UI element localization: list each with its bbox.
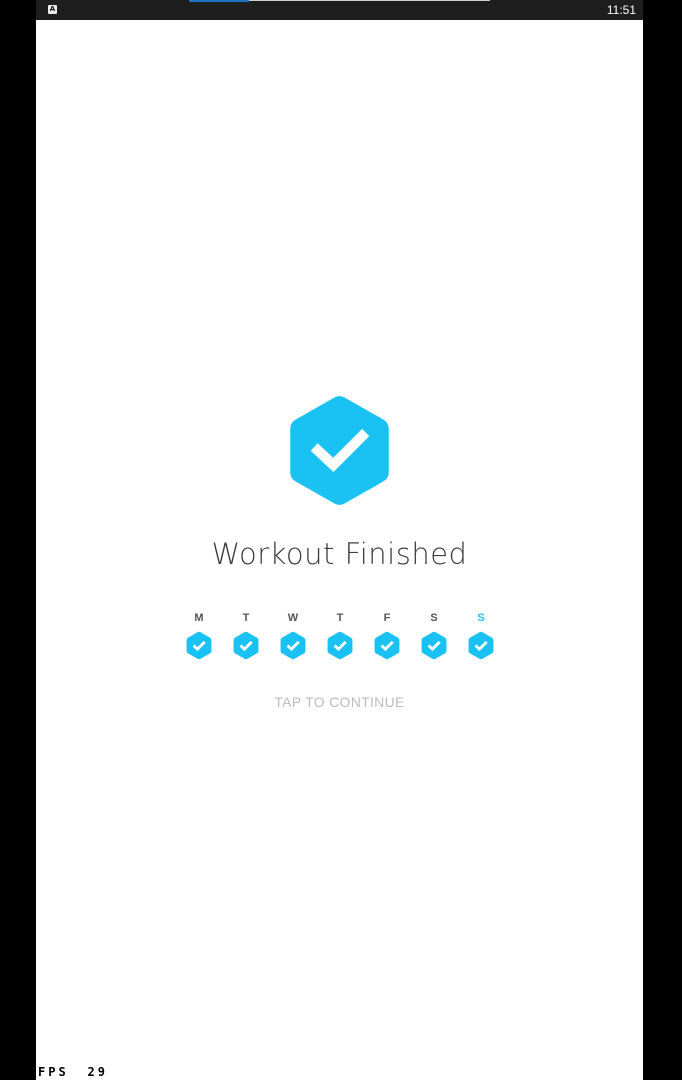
status-time: 11:51 xyxy=(606,3,636,17)
day-saturday: S xyxy=(421,611,447,660)
day-letter: S xyxy=(430,612,438,624)
day-letter: T xyxy=(336,612,344,624)
day-monday: M xyxy=(186,611,212,660)
app-notification-icon: A xyxy=(48,5,57,14)
tap-to-continue-label[interactable]: TAP TO CONTINUE xyxy=(36,694,643,710)
status-bar: A 11:51 xyxy=(36,0,643,20)
day-wednesday: W xyxy=(280,611,306,660)
day-letter: W xyxy=(287,612,299,624)
day-complete-check-icon xyxy=(421,631,447,660)
workout-finished-screen[interactable]: Workout Finished M T W T F S S TAP TO CO… xyxy=(36,20,643,1080)
hexagon-check-icon xyxy=(290,396,389,505)
day-complete-check-icon xyxy=(280,631,306,660)
day-complete-check-icon xyxy=(468,631,494,660)
day-letter-today: S xyxy=(477,612,485,624)
fps-label: FPS xyxy=(38,1065,69,1079)
week-progress: M T W T F S S xyxy=(186,611,495,661)
day-sunday-today: S xyxy=(468,611,494,660)
day-complete-check-icon xyxy=(327,631,353,660)
day-complete-check-icon xyxy=(374,631,400,660)
fps-counter: FPS 29 xyxy=(36,1064,110,1080)
workout-finished-title: Workout Finished xyxy=(211,537,468,571)
fps-value: 29 xyxy=(87,1065,108,1079)
day-letter: T xyxy=(242,612,250,624)
day-letter: M xyxy=(194,612,204,624)
day-complete-check-icon xyxy=(233,631,259,660)
day-complete-check-icon xyxy=(186,631,212,660)
loading-progress-fill xyxy=(189,0,249,2)
day-tuesday: T xyxy=(233,611,259,660)
day-thursday: T xyxy=(327,611,353,660)
day-letter: F xyxy=(383,612,391,624)
day-friday: F xyxy=(374,611,400,660)
